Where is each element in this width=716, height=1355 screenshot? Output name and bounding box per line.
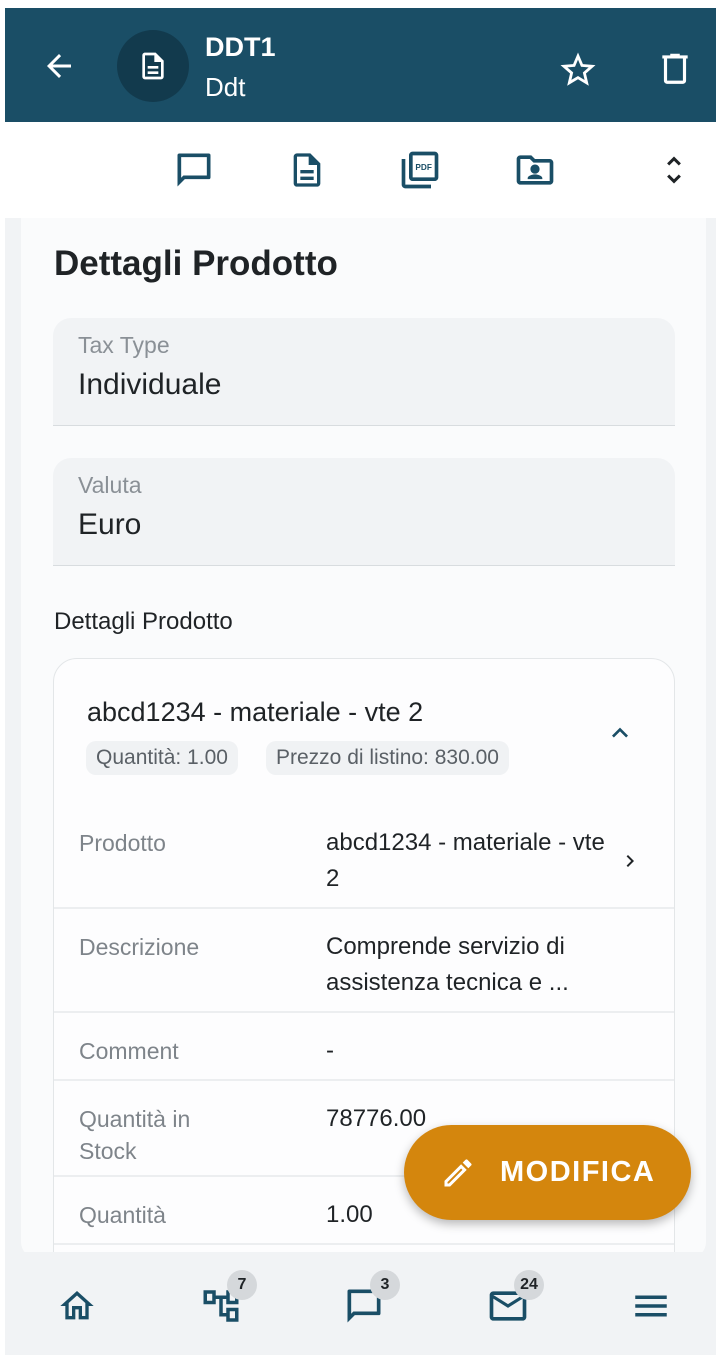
product-line-name: abcd1234 - materiale - vte 2 <box>87 697 424 727</box>
comment-row-value: - <box>326 1037 334 1064</box>
description-row-value: Comprende servizio di assistenza tecnica… <box>326 933 569 996</box>
product-row-label: Prodotto <box>79 830 166 856</box>
nav-home[interactable] <box>53 1282 101 1330</box>
expand-collapse-icon <box>667 156 681 184</box>
comments-tool-button[interactable] <box>170 146 218 194</box>
quantity-chip: Quantità: 1.00 <box>86 741 238 775</box>
favorite-button[interactable] <box>556 48 600 92</box>
product-row-value: abcd1234 - materiale - vte 2 <box>326 829 605 892</box>
tax-type-label: Tax Type <box>78 332 170 358</box>
mail-badge: 24 <box>514 1270 544 1300</box>
document-tool-button[interactable] <box>283 146 331 194</box>
menu-icon <box>635 1295 667 1317</box>
currency-value: Euro <box>78 508 142 541</box>
currency-label: Valuta <box>78 472 142 498</box>
star-outline-icon <box>560 52 596 86</box>
action-toolbar: PDF <box>5 122 716 218</box>
description-row: Descrizione Comprende servizio di assist… <box>54 909 674 1013</box>
comment-row: Comment - <box>54 1013 674 1081</box>
quantity-row-label: Quantità <box>79 1202 166 1228</box>
edit-fab-label: MODIFICA <box>500 1156 656 1188</box>
page-subtitle: Ddt <box>205 72 246 102</box>
arrow-back-icon <box>47 54 71 78</box>
nav-hierarchy[interactable]: 7 <box>197 1270 257 1330</box>
tax-type-field[interactable]: Tax Type Individuale <box>53 318 675 426</box>
product-details-section: Dettagli Prodotto Tax Type Individuale V… <box>21 218 706 1298</box>
nav-mail[interactable]: 24 <box>484 1270 544 1330</box>
folder-contact-icon <box>516 155 554 185</box>
hierarchy-badge: 7 <box>227 1270 257 1300</box>
collapse-button[interactable] <box>602 715 638 751</box>
chevron-right-icon <box>616 847 644 875</box>
document-icon <box>142 52 164 80</box>
pencil-icon <box>444 1159 472 1187</box>
back-button[interactable] <box>39 46 79 86</box>
chevron-up-icon <box>612 727 628 738</box>
page-title: DDT1 <box>205 32 276 62</box>
app-header: DDT1 Ddt <box>5 8 716 122</box>
comment-row-label: Comment <box>79 1038 179 1064</box>
description-row-label: Descrizione <box>79 934 200 960</box>
app-screen: DDT1 Ddt PDF Dettagli Prodotto Tax Type … <box>5 8 716 1355</box>
stock-quantity-row-label: Quantità in Stock <box>79 1106 191 1164</box>
expand-collapse-button[interactable] <box>650 146 698 194</box>
nav-menu[interactable] <box>627 1282 675 1330</box>
svg-text:PDF: PDF <box>415 163 432 172</box>
nav-comments[interactable]: 3 <box>340 1270 400 1330</box>
trash-icon <box>662 53 688 84</box>
home-icon <box>60 1291 94 1320</box>
tax-type-value: Individuale <box>78 368 222 401</box>
comments-badge: 3 <box>370 1270 400 1300</box>
products-label: Dettagli Prodotto <box>54 608 233 635</box>
pdf-icon: PDF <box>401 151 439 189</box>
folder-tool-button[interactable] <box>511 146 559 194</box>
list-price-chip: Prezzo di listino: 830.00 <box>266 741 509 775</box>
document-avatar <box>117 30 189 102</box>
currency-field[interactable]: Valuta Euro <box>53 458 675 566</box>
pdf-tool-button[interactable]: PDF <box>396 146 444 194</box>
document-icon <box>293 153 321 187</box>
product-row[interactable]: Prodotto abcd1234 - materiale - vte 2 <box>54 805 674 909</box>
bottom-navigation: 7 3 24 <box>5 1252 716 1355</box>
section-title: Dettagli Prodotto <box>54 244 338 283</box>
comment-icon <box>177 153 211 187</box>
edit-fab-button[interactable]: MODIFICA <box>404 1125 691 1220</box>
delete-button[interactable] <box>655 46 695 90</box>
